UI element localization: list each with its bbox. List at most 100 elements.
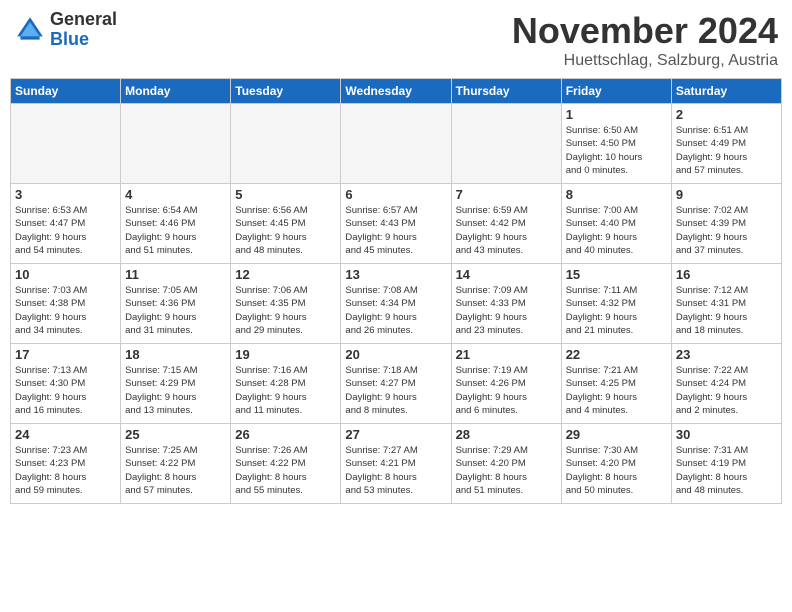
day-number: 18 — [125, 347, 226, 362]
calendar-cell: 13Sunrise: 7:08 AM Sunset: 4:34 PM Dayli… — [341, 264, 451, 344]
day-number: 5 — [235, 187, 336, 202]
weekday-header-sunday: Sunday — [11, 79, 121, 104]
calendar-cell: 25 Sunrise: 7:25 AM Sunset: 4:22 PM Dayli… — [121, 424, 231, 504]
calendar-week-4: 17Sunrise: 7:13 AM Sunset: 4:30 PM Dayli… — [11, 344, 782, 424]
day-number: 15 — [566, 267, 667, 282]
calendar-cell: 4 Sunrise: 6:54 AM Sunset: 4:46 PM Daylig… — [121, 184, 231, 264]
day-number: 3 — [15, 187, 116, 202]
calendar-cell: 26 Sunrise: 7:26 AM Sunset: 4:22 PM Dayli… — [231, 424, 341, 504]
calendar-cell: 6 Sunrise: 6:57 AM Sunset: 4:43 PM Daylig… — [341, 184, 451, 264]
calendar-cell: 2 Sunrise: 6:51 AM Sunset: 4:49 PM Daylig… — [671, 104, 781, 184]
day-info: Sunrise: 7:18 AM Sunset: 4:27 PM Dayligh… — [345, 364, 446, 417]
day-number: 22 — [566, 347, 667, 362]
day-info: Sunrise: 7:27 AM Sunset: 4:21 PM Dayligh… — [345, 444, 446, 497]
calendar-cell — [231, 104, 341, 184]
day-number: 23 — [676, 347, 777, 362]
calendar-cell: 5 Sunrise: 6:56 AM Sunset: 4:45 PM Daylig… — [231, 184, 341, 264]
weekday-header-row: SundayMondayTuesdayWednesdayThursdayFrid… — [11, 79, 782, 104]
day-number: 1 — [566, 107, 667, 122]
day-number: 2 — [676, 107, 777, 122]
day-number: 17 — [15, 347, 116, 362]
month-title: November 2024 — [512, 10, 778, 52]
calendar-cell — [341, 104, 451, 184]
calendar-cell: 12 Sunrise: 7:06 AM Sunset: 4:35 PM Dayli… — [231, 264, 341, 344]
day-info: Sunrise: 6:51 AM Sunset: 4:49 PM Dayligh… — [676, 124, 777, 177]
day-info: Sunrise: 6:57 AM Sunset: 4:43 PM Dayligh… — [345, 204, 446, 257]
calendar-cell: 28Sunrise: 7:29 AM Sunset: 4:20 PM Dayli… — [451, 424, 561, 504]
day-info: Sunrise: 7:00 AM Sunset: 4:40 PM Dayligh… — [566, 204, 667, 257]
day-info: Sunrise: 6:54 AM Sunset: 4:46 PM Dayligh… — [125, 204, 226, 257]
calendar-cell: 27 Sunrise: 7:27 AM Sunset: 4:21 PM Dayli… — [341, 424, 451, 504]
calendar-cell: 18Sunrise: 7:15 AM Sunset: 4:29 PM Dayli… — [121, 344, 231, 424]
day-number: 26 — [235, 427, 336, 442]
title-block: November 2024 Huettschlag, Salzburg, Aus… — [512, 10, 778, 70]
day-info: Sunrise: 7:31 AM Sunset: 4:19 PM Dayligh… — [676, 444, 777, 497]
calendar-table: SundayMondayTuesdayWednesdayThursdayFrid… — [10, 78, 782, 504]
calendar-cell: 30 Sunrise: 7:31 AM Sunset: 4:19 PM Dayli… — [671, 424, 781, 504]
calendar-week-1: 1 Sunrise: 6:50 AM Sunset: 4:50 PM Daylig… — [11, 104, 782, 184]
day-info: Sunrise: 7:21 AM Sunset: 4:25 PM Dayligh… — [566, 364, 667, 417]
weekday-header-thursday: Thursday — [451, 79, 561, 104]
day-info: Sunrise: 7:16 AM Sunset: 4:28 PM Dayligh… — [235, 364, 336, 417]
calendar-cell: 19Sunrise: 7:16 AM Sunset: 4:28 PM Dayli… — [231, 344, 341, 424]
calendar-cell: 29Sunrise: 7:30 AM Sunset: 4:20 PM Dayli… — [561, 424, 671, 504]
calendar-cell: 10 Sunrise: 7:03 AM Sunset: 4:38 PM Dayli… — [11, 264, 121, 344]
logo-blue-label: Blue — [50, 30, 117, 50]
day-info: Sunrise: 7:22 AM Sunset: 4:24 PM Dayligh… — [676, 364, 777, 417]
calendar-cell: 9Sunrise: 7:02 AM Sunset: 4:39 PM Daylig… — [671, 184, 781, 264]
day-info: Sunrise: 7:29 AM Sunset: 4:20 PM Dayligh… — [456, 444, 557, 497]
day-info: Sunrise: 6:56 AM Sunset: 4:45 PM Dayligh… — [235, 204, 336, 257]
day-info: Sunrise: 7:11 AM Sunset: 4:32 PM Dayligh… — [566, 284, 667, 337]
day-number: 20 — [345, 347, 446, 362]
day-number: 4 — [125, 187, 226, 202]
weekday-header-monday: Monday — [121, 79, 231, 104]
day-info: Sunrise: 7:26 AM Sunset: 4:22 PM Dayligh… — [235, 444, 336, 497]
day-number: 12 — [235, 267, 336, 282]
day-info: Sunrise: 6:50 AM Sunset: 4:50 PM Dayligh… — [566, 124, 667, 177]
day-number: 29 — [566, 427, 667, 442]
day-info: Sunrise: 6:59 AM Sunset: 4:42 PM Dayligh… — [456, 204, 557, 257]
calendar-cell: 24Sunrise: 7:23 AM Sunset: 4:23 PM Dayli… — [11, 424, 121, 504]
calendar-cell: 20 Sunrise: 7:18 AM Sunset: 4:27 PM Dayli… — [341, 344, 451, 424]
day-number: 21 — [456, 347, 557, 362]
weekday-header-tuesday: Tuesday — [231, 79, 341, 104]
day-number: 10 — [15, 267, 116, 282]
day-number: 16 — [676, 267, 777, 282]
day-number: 9 — [676, 187, 777, 202]
calendar-week-5: 24Sunrise: 7:23 AM Sunset: 4:23 PM Dayli… — [11, 424, 782, 504]
day-number: 27 — [345, 427, 446, 442]
calendar-cell: 22 Sunrise: 7:21 AM Sunset: 4:25 PM Dayli… — [561, 344, 671, 424]
logo-general-label: General — [50, 10, 117, 30]
day-number: 25 — [125, 427, 226, 442]
calendar-cell: 8Sunrise: 7:00 AM Sunset: 4:40 PM Daylig… — [561, 184, 671, 264]
calendar-cell: 15 Sunrise: 7:11 AM Sunset: 4:32 PM Dayli… — [561, 264, 671, 344]
day-info: Sunrise: 7:23 AM Sunset: 4:23 PM Dayligh… — [15, 444, 116, 497]
day-info: Sunrise: 7:19 AM Sunset: 4:26 PM Dayligh… — [456, 364, 557, 417]
day-info: Sunrise: 7:06 AM Sunset: 4:35 PM Dayligh… — [235, 284, 336, 337]
calendar-cell: 7Sunrise: 6:59 AM Sunset: 4:42 PM Daylig… — [451, 184, 561, 264]
logo-text: General Blue — [50, 10, 117, 50]
location-label: Huettschlag, Salzburg, Austria — [512, 52, 778, 70]
calendar-cell: 17Sunrise: 7:13 AM Sunset: 4:30 PM Dayli… — [11, 344, 121, 424]
logo-icon — [14, 14, 46, 46]
day-number: 6 — [345, 187, 446, 202]
day-info: Sunrise: 6:53 AM Sunset: 4:47 PM Dayligh… — [15, 204, 116, 257]
day-info: Sunrise: 7:25 AM Sunset: 4:22 PM Dayligh… — [125, 444, 226, 497]
calendar-cell: 16 Sunrise: 7:12 AM Sunset: 4:31 PM Dayli… — [671, 264, 781, 344]
calendar-cell: 23 Sunrise: 7:22 AM Sunset: 4:24 PM Dayli… — [671, 344, 781, 424]
calendar-cell: 21 Sunrise: 7:19 AM Sunset: 4:26 PM Dayli… — [451, 344, 561, 424]
calendar-cell: 14Sunrise: 7:09 AM Sunset: 4:33 PM Dayli… — [451, 264, 561, 344]
calendar-cell: 3 Sunrise: 6:53 AM Sunset: 4:47 PM Daylig… — [11, 184, 121, 264]
calendar-cell — [121, 104, 231, 184]
day-info: Sunrise: 7:12 AM Sunset: 4:31 PM Dayligh… — [676, 284, 777, 337]
day-number: 11 — [125, 267, 226, 282]
calendar-cell — [451, 104, 561, 184]
day-number: 30 — [676, 427, 777, 442]
weekday-header-saturday: Saturday — [671, 79, 781, 104]
weekday-header-friday: Friday — [561, 79, 671, 104]
calendar-cell: 1 Sunrise: 6:50 AM Sunset: 4:50 PM Daylig… — [561, 104, 671, 184]
day-number: 13 — [345, 267, 446, 282]
calendar-cell: 11Sunrise: 7:05 AM Sunset: 4:36 PM Dayli… — [121, 264, 231, 344]
weekday-header-wednesday: Wednesday — [341, 79, 451, 104]
day-info: Sunrise: 7:03 AM Sunset: 4:38 PM Dayligh… — [15, 284, 116, 337]
